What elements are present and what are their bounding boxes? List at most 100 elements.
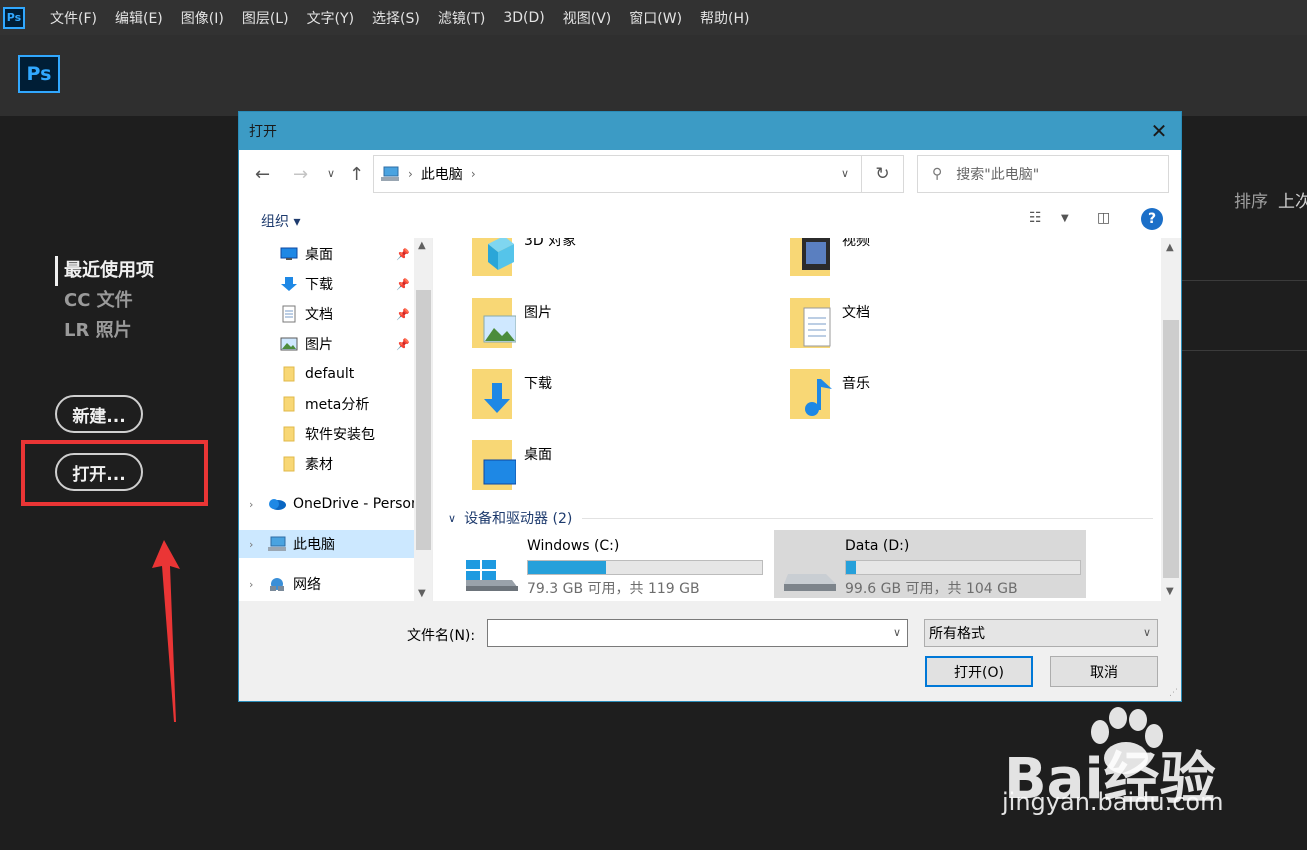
home-side-nav: 最近使用项 CC 文件 LR 照片 [55,256,154,346]
drive-d[interactable]: Data (D:) 99.6 GB 可用，共 104 GB [774,530,1086,598]
organize-menu[interactable]: 组织 ▾ [261,211,300,231]
menu-image[interactable]: 图像(I) [172,8,233,28]
nav-pane-item-downloads[interactable]: 下载 📌 [239,270,414,298]
menu-filter[interactable]: 滤镜(T) [429,8,494,28]
folder-downloads[interactable]: 下载 [470,365,552,421]
nav-pane-item-software[interactable]: 软件安装包 [239,420,414,448]
nav-pane-item-onedrive[interactable]: › OneDrive - Personal [239,490,414,518]
recent-locations-chevron-icon[interactable]: ∨ [327,167,335,180]
devices-header-label: 设备和驱动器 (2) [464,511,573,527]
nav-pane-scrollbar[interactable]: ▲ ▼ [414,238,432,601]
scroll-up-icon[interactable]: ▲ [1166,242,1174,253]
address-location[interactable]: 此电脑 [421,164,463,184]
menu-3d[interactable]: 3D(D) [494,10,553,26]
nav-pane-item-pictures[interactable]: 图片 📌 [239,330,414,358]
dialog-titlebar: 打开 ✕ [239,112,1181,150]
chevron-down-icon[interactable]: ∨ [448,512,456,525]
chevron-right-icon[interactable]: › [249,578,253,591]
open-dialog: 打开 ✕ ← → ∨ ↑ › 此电脑 › ∨ ↻ ⚲ 搜索"此电脑" 组织 ▾ … [238,111,1182,702]
onedrive-icon [269,499,286,510]
nav-pane-item-default[interactable]: default [239,360,414,388]
nav-pane-item-desktop[interactable]: 桌面 📌 [239,240,414,268]
videos-folder-icon [790,238,830,276]
menu-layer[interactable]: 图层(L) [233,8,298,28]
open-file-button[interactable]: 打开(O) [925,656,1033,687]
file-type-value: 所有格式 [929,626,985,642]
red-arrow-annotation [152,540,180,722]
address-bar[interactable]: › 此电脑 › ∨ [373,155,862,193]
menu-window[interactable]: 窗口(W) [620,8,691,28]
nav-pane-item-network[interactable]: › 网络 [239,570,414,598]
pictures-folder-icon [472,298,516,348]
desktop-icon [280,247,298,260]
menu-type[interactable]: 文字(Y) [298,8,363,28]
menu-file[interactable]: 文件(F) [41,8,106,28]
new-button[interactable]: 新建... [55,395,143,433]
forward-arrow-icon[interactable]: → [293,164,308,185]
chevron-right-icon[interactable]: › [249,498,253,511]
navigation-row: ← → ∨ ↑ › 此电脑 › ∨ ↻ ⚲ 搜索"此电脑" [239,150,1181,200]
folder-name: 视频 [842,238,870,249]
nav-pane-label: 此电脑 [293,537,335,553]
chevron-down-icon[interactable]: ∨ [1143,626,1151,639]
menu-help[interactable]: 帮助(H) [691,8,758,28]
scrollbar-thumb[interactable] [1163,320,1179,578]
preview-pane-icon[interactable]: ◫ [1097,210,1110,226]
scroll-down-icon[interactable]: ▼ [1166,586,1174,597]
folder-pictures[interactable]: 图片 [470,294,552,350]
chevron-right-icon[interactable]: › [471,167,476,181]
close-button[interactable]: ✕ [1145,117,1173,145]
resize-grip-icon[interactable]: ⋰ [1169,688,1178,698]
filename-input[interactable]: ∨ [487,619,908,647]
close-icon: ✕ [1150,119,1168,143]
dialog-footer: 文件名(N): ∨ 所有格式 ∨ 打开(O) 取消 ⋰ [239,601,1181,701]
nav-pane-item-assets[interactable]: 素材 [239,450,414,478]
menu-view[interactable]: 视图(V) [554,8,621,28]
nav-pane-item-documents[interactable]: 文档 📌 [239,300,414,328]
nav-lr-photos[interactable]: LR 照片 [55,316,154,346]
nav-pane-label: 图片 [305,337,333,353]
dialog-title: 打开 [249,124,277,140]
cancel-button[interactable]: 取消 [1050,656,1158,687]
devices-group-header[interactable]: ∨ 设备和驱动器 (2) [448,508,1153,528]
nav-pane-label: 软件安装包 [305,427,375,443]
scroll-up-icon[interactable]: ▲ [418,240,426,251]
folder-icon [283,396,295,412]
nav-pane-item-this-pc[interactable]: › 此电脑 [239,530,414,558]
nav-cc-files[interactable]: CC 文件 [55,286,154,316]
drive-name: Data (D:) [845,538,910,554]
scrollbar-thumb[interactable] [416,290,431,550]
help-icon[interactable]: ? [1141,208,1163,230]
red-highlight-box [21,440,208,506]
up-arrow-icon[interactable]: ↑ [349,164,364,185]
refresh-button[interactable]: ↻ [862,155,904,193]
search-input[interactable]: ⚲ 搜索"此电脑" [917,155,1169,193]
scroll-down-icon[interactable]: ▼ [418,588,426,599]
folder-icon [283,366,295,382]
photoshop-app-icon: Ps [3,6,25,29]
folder-3d-objects[interactable]: 3D 对象 [470,238,576,278]
view-options-icon[interactable]: ☷ [1029,210,1042,226]
chevron-down-icon[interactable]: ∨ [893,626,901,639]
nav-recent[interactable]: 最近使用项 [55,256,154,286]
document-icon [282,305,296,323]
chevron-right-icon[interactable]: › [249,538,253,551]
sort-value[interactable]: 上次 [1278,187,1307,212]
file-list: 3D 对象 视频 图片 文档 下载 音乐 桌面 ∨ 设备和驱动器 (2) Win… [434,238,1161,601]
nav-pane-item-meta[interactable]: meta分析 [239,390,414,418]
chevron-down-icon[interactable]: ∨ [841,167,849,180]
menu-edit[interactable]: 编辑(E) [106,8,172,28]
file-list-scrollbar[interactable]: ▲ ▼ [1161,238,1181,601]
back-arrow-icon[interactable]: ← [255,164,270,185]
photoshop-logo: Ps [18,55,60,93]
folder-music[interactable]: 音乐 [788,365,870,421]
folder-documents[interactable]: 文档 [788,294,870,350]
pin-icon: 📌 [396,337,410,351]
file-type-select[interactable]: 所有格式 ∨ [924,619,1158,647]
3d-objects-folder-icon [472,238,514,276]
folder-desktop[interactable]: 桌面 [470,436,552,492]
menu-select[interactable]: 选择(S) [363,8,429,28]
view-dropdown-icon[interactable]: ▼ [1061,213,1069,224]
drive-c[interactable]: Windows (C:) 79.3 GB 可用，共 119 GB [456,530,768,598]
folder-videos[interactable]: 视频 [788,238,870,278]
